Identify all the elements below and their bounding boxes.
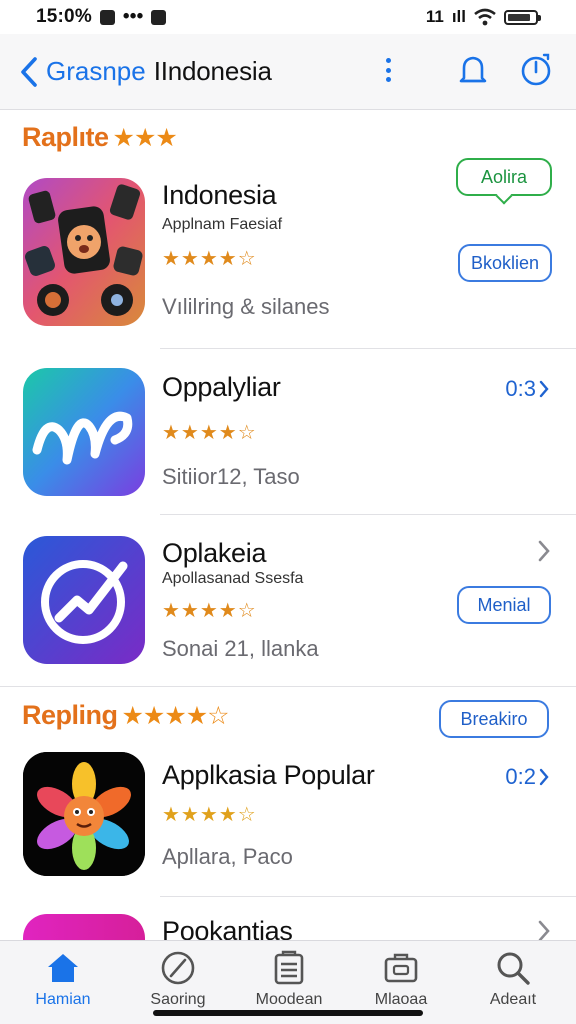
divider: [160, 896, 576, 897]
chevron-right-icon[interactable]: [536, 538, 552, 564]
app-rating: ★★★★☆: [162, 802, 257, 827]
back-label: Grasnpe: [46, 56, 146, 86]
divider: [0, 686, 576, 687]
divider: [160, 514, 576, 515]
bell-icon[interactable]: [455, 52, 491, 88]
carrier-label: 11: [425, 7, 444, 26]
wifi-icon: [474, 8, 496, 26]
compass-icon: [161, 951, 195, 985]
app-name: Indonesia: [162, 180, 277, 210]
tab-home[interactable]: Hamian: [8, 949, 118, 1009]
get-button[interactable]: Aolira: [456, 158, 552, 196]
app-rating: ★★★★☆: [162, 246, 257, 271]
app-icon-indonesia: [23, 178, 145, 326]
duration-link[interactable]: 0:2: [505, 764, 550, 790]
home-indicator: [153, 1010, 423, 1016]
section-stars: ★★★: [112, 123, 178, 152]
app-icon-oplakeia: [23, 536, 145, 664]
rating-stars: ★★★★☆: [162, 804, 257, 826]
duration-link[interactable]: 0:3: [505, 376, 550, 402]
app-meta: Sitiior12, Taso: [162, 464, 300, 489]
tab-label: Saoring: [150, 991, 206, 1008]
battery-icon: [504, 9, 541, 25]
status-dots: •••: [122, 6, 144, 27]
install-button[interactable]: Menial: [457, 586, 551, 624]
duration-label: 0:3: [505, 376, 536, 401]
section-header-2: Repling ★★★★☆: [22, 700, 230, 731]
app-icon-oppalyliar: [23, 368, 145, 496]
app-name: Oppalyliar: [162, 372, 281, 402]
app-rating: ★★★★☆: [162, 598, 257, 623]
status-bar: 15:0% ••• 11 ıll: [0, 0, 576, 34]
app-meta: Vılilring & silanes: [162, 294, 330, 319]
timer-icon[interactable]: [518, 52, 554, 88]
tab-documents[interactable]: Moodean: [234, 949, 344, 1009]
notification-icon: [99, 9, 115, 25]
tab-label: Hamian: [35, 991, 91, 1008]
section-stars: ★★★★☆: [121, 701, 230, 730]
duration-label: 0:2: [505, 764, 536, 789]
app-subtitle: Applnam Faesiaf: [162, 216, 283, 233]
tab-label: Mlaoaa: [374, 991, 428, 1008]
more-options-icon[interactable]: [384, 58, 392, 82]
tab-label: Adeaıt: [489, 991, 537, 1008]
app-meta: Apllara, Paco: [162, 844, 293, 869]
divider: [160, 348, 576, 349]
section-title: Repling: [22, 700, 118, 730]
app-meta: Sonai 21, llanka: [162, 636, 319, 661]
app-rating: ★★★★☆: [162, 420, 257, 445]
tab-label: Moodean: [255, 991, 323, 1008]
nav-bar: Grasnpe IIndonesia: [0, 34, 576, 110]
rating-stars: ★★★★☆: [162, 600, 257, 622]
rating-stars: ★★★★☆: [162, 248, 257, 270]
app-name: Applkasia Popular: [162, 760, 375, 790]
status-right: 11 ıll: [425, 7, 541, 27]
signal-icon: ıll: [451, 7, 466, 26]
open-button[interactable]: Bkoklien: [458, 244, 552, 282]
briefcase-icon: [384, 953, 418, 983]
search-icon: [497, 952, 530, 985]
see-all-button[interactable]: Breakiro: [439, 700, 549, 738]
app-icon-applkasia: [23, 752, 145, 876]
notification-icon-2: [151, 9, 167, 25]
status-time: 15:0%: [36, 6, 92, 27]
section-header-1: Raplıte ★★★: [22, 122, 178, 153]
chevron-right-icon: [539, 768, 549, 786]
document-icon: [274, 950, 304, 985]
back-button[interactable]: Grasnpe: [18, 55, 146, 89]
status-left: 15:0% •••: [36, 6, 167, 28]
rating-stars: ★★★★☆: [162, 422, 257, 444]
chevron-left-icon: [21, 56, 37, 87]
chevron-right-icon: [539, 380, 549, 398]
section-title: Raplıte: [22, 122, 109, 152]
app-subtitle: Apollasanad Ssesfa: [162, 570, 304, 587]
page-title: IIndonesia: [153, 56, 272, 86]
tab-work[interactable]: Mlaoaa: [346, 949, 456, 1009]
tab-search[interactable]: Adeaıt: [458, 949, 568, 1009]
tab-explore[interactable]: Saoring: [123, 949, 233, 1009]
home-icon: [48, 954, 78, 982]
app-name: Oplakeia: [162, 538, 267, 568]
